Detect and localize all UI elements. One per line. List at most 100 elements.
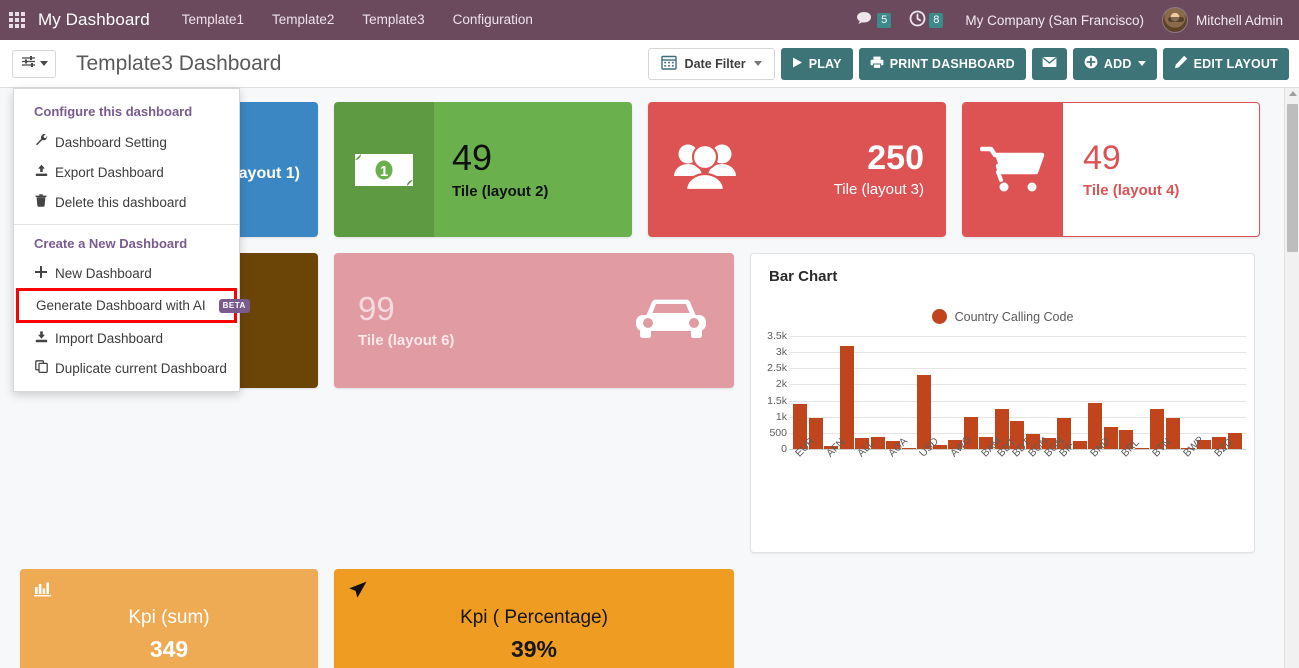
bar-chart-card[interactable]: Bar Chart Country Calling Code 0 500 1k 1.5… xyxy=(750,253,1255,553)
bar-chart-icon xyxy=(34,581,51,602)
tile-layout-6[interactable]: 99 Tile (layout 6) xyxy=(334,253,734,388)
menu-item-import-dashboard[interactable]: Import Dashboard xyxy=(14,323,239,353)
tile-layout-4-content: 49 Tile (layout 4) xyxy=(1063,103,1259,236)
menu-item-label: New Dashboard xyxy=(55,266,152,281)
chart-bar[interactable] xyxy=(839,345,854,449)
users-icon xyxy=(670,140,740,199)
chevron-down-icon xyxy=(39,61,48,66)
bar-chart-title: Bar Chart xyxy=(769,268,838,285)
menu-item-label: Import Dashboard xyxy=(55,330,164,346)
dropdown-section-create-title: Create a New Dashboard xyxy=(34,236,188,251)
company-switcher[interactable]: My Company (San Francisco) xyxy=(953,13,1156,28)
copy-icon xyxy=(34,360,48,376)
nav-item-template2[interactable]: Template2 xyxy=(258,0,348,40)
menu-item-duplicate-dashboard[interactable]: Duplicate current Dashboard xyxy=(14,353,239,383)
edit-layout-button[interactable]: EDIT LAYOUT xyxy=(1162,47,1289,80)
x-axis-labels: EUR AFN ALL AOA USD AWG BAM BDT BDT BGN BGN BIF BND B… xyxy=(789,434,1246,463)
apps-grid-icon[interactable] xyxy=(0,0,34,40)
tile-layout-6-content: 99 Tile (layout 6) xyxy=(358,292,454,349)
shopping-cart-icon xyxy=(963,103,1063,236)
y-tick-label: 3.5k xyxy=(767,330,787,342)
dashboard-config-dropdown: Configure this dashboard Dashboard Setti… xyxy=(13,88,250,392)
control-panel: Template3 Dashboard Date Filter PLAY PRI… xyxy=(0,40,1299,88)
menu-item-label: Duplicate current Dashboard xyxy=(55,360,227,376)
tile-layout-3[interactable]: 250 Tile (layout 3) xyxy=(648,102,946,237)
bar-chart-legend[interactable]: Country Calling Code xyxy=(751,309,1254,324)
brand-title[interactable]: My Dashboard xyxy=(34,10,168,30)
money-bill-icon: 1 xyxy=(334,102,434,237)
print-dashboard-button[interactable]: PRINT DASHBOARD xyxy=(858,47,1026,80)
y-tick-label: 1k xyxy=(775,410,787,423)
play-icon xyxy=(792,57,803,71)
tile-layout-3-label: Tile (layout 3) xyxy=(833,181,924,198)
bar-chart-plot: 0 500 1k 1.5k 2k 2.5k 3k 3.5k EUR AFN ALL AOA USD AW… xyxy=(751,330,1254,486)
scrollbar-thumb[interactable] xyxy=(1287,104,1298,252)
nav-item-configuration[interactable]: Configuration xyxy=(439,0,547,40)
kpi-row: Kpi (sum) 349 Kpi ( Percentage) 39% xyxy=(20,569,1279,668)
scroll-up-arrow-icon[interactable] xyxy=(1289,91,1297,96)
chevron-down-icon xyxy=(1137,61,1146,66)
dropdown-divider xyxy=(14,224,239,225)
tile-layout-2-label: Tile (layout 2) xyxy=(452,182,549,200)
menu-item-dashboard-setting[interactable]: Dashboard Setting xyxy=(14,127,239,157)
tile-layout-6-value: 99 xyxy=(358,290,395,327)
date-filter-label: Date Filter xyxy=(684,56,746,71)
printer-icon xyxy=(870,56,884,72)
vertical-scrollbar[interactable] xyxy=(1284,88,1299,668)
paper-plane-icon xyxy=(348,581,368,604)
tile-layout-4-label: Tile (layout 4) xyxy=(1083,181,1180,199)
date-filter-button[interactable]: Date Filter xyxy=(647,47,775,80)
messages-count: 5 xyxy=(877,12,892,28)
nav-item-template1[interactable]: Template1 xyxy=(168,0,258,40)
menu-item-label: Delete this dashboard xyxy=(55,194,187,210)
beta-badge: BETA xyxy=(218,298,250,313)
kpi-sum-value: 349 xyxy=(149,636,189,663)
y-tick-label: 1.5k xyxy=(767,394,787,407)
menu-item-label: Generate Dashboard with AI xyxy=(36,298,206,313)
print-dashboard-label: PRINT DASHBOARD xyxy=(889,56,1015,71)
calendar-icon xyxy=(660,54,677,73)
nav-item-template3[interactable]: Template3 xyxy=(348,0,438,40)
menu-item-generate-dashboard-with-ai[interactable]: Generate Dashboard with AI BETA xyxy=(16,288,250,323)
y-tick-label: 500 xyxy=(769,426,787,439)
pencil-icon xyxy=(1174,55,1188,72)
dashboard-config-button[interactable] xyxy=(12,49,56,78)
menu-item-label: Dashboard Setting xyxy=(55,134,167,150)
kpi-percentage-label: Kpi ( Percentage) xyxy=(460,606,608,628)
messages-menu[interactable]: 5 xyxy=(848,0,899,40)
email-dashboard-button[interactable] xyxy=(1031,47,1067,80)
y-tick-label: 2.5k xyxy=(767,362,787,375)
kpi-sum-tile[interactable]: Kpi (sum) 349 xyxy=(20,569,318,668)
sliders-icon xyxy=(21,55,36,73)
activities-menu[interactable]: 8 xyxy=(901,0,951,40)
wrench-icon xyxy=(34,134,48,150)
tile-layout-2[interactable]: 1 49 Tile (layout 2) xyxy=(334,102,632,237)
chevron-down-icon xyxy=(753,61,762,66)
kpi-percentage-value: 39% xyxy=(510,636,558,663)
export-icon xyxy=(34,164,48,180)
edit-layout-label: EDIT LAYOUT xyxy=(1193,56,1278,71)
tile-layout-3-content: 250 Tile (layout 3) xyxy=(834,141,924,198)
play-button[interactable]: PLAY xyxy=(780,47,853,80)
add-button[interactable]: ADD xyxy=(1072,47,1157,80)
menu-item-new-dashboard[interactable]: New Dashboard xyxy=(14,259,239,288)
page-title: Template3 Dashboard xyxy=(76,51,282,75)
y-tick-label: 2k xyxy=(775,378,787,391)
control-panel-actions: Date Filter PLAY PRINT DASHBOARD ADD EDI… xyxy=(647,47,1289,80)
user-menu[interactable]: Mitchell Admin xyxy=(1158,7,1289,33)
tile-layout-2-content: 49 Tile (layout 2) xyxy=(434,102,632,237)
y-axis-labels: 0 500 1k 1.5k 2k 2.5k 3k 3.5k xyxy=(751,330,787,455)
tile-layout-4-value: 49 xyxy=(1083,138,1121,177)
menu-item-delete-dashboard[interactable]: Delete this dashboard xyxy=(14,187,239,217)
chat-bubble-icon xyxy=(856,11,874,30)
svg-text:1: 1 xyxy=(380,163,388,180)
chart-bars xyxy=(789,336,1246,449)
tile-layout-4[interactable]: 49 Tile (layout 4) xyxy=(962,102,1260,237)
plus-icon xyxy=(34,265,48,281)
navbar-right: 5 8 My Company (San Francisco) Mitchell … xyxy=(848,0,1299,40)
kpi-percentage-tile[interactable]: Kpi ( Percentage) 39% xyxy=(334,569,734,668)
dropdown-section-configure-title: Configure this dashboard xyxy=(34,104,193,119)
trash-icon xyxy=(34,194,48,210)
menu-item-export-dashboard[interactable]: Export Dashboard xyxy=(14,157,239,187)
legend-swatch xyxy=(931,309,947,324)
